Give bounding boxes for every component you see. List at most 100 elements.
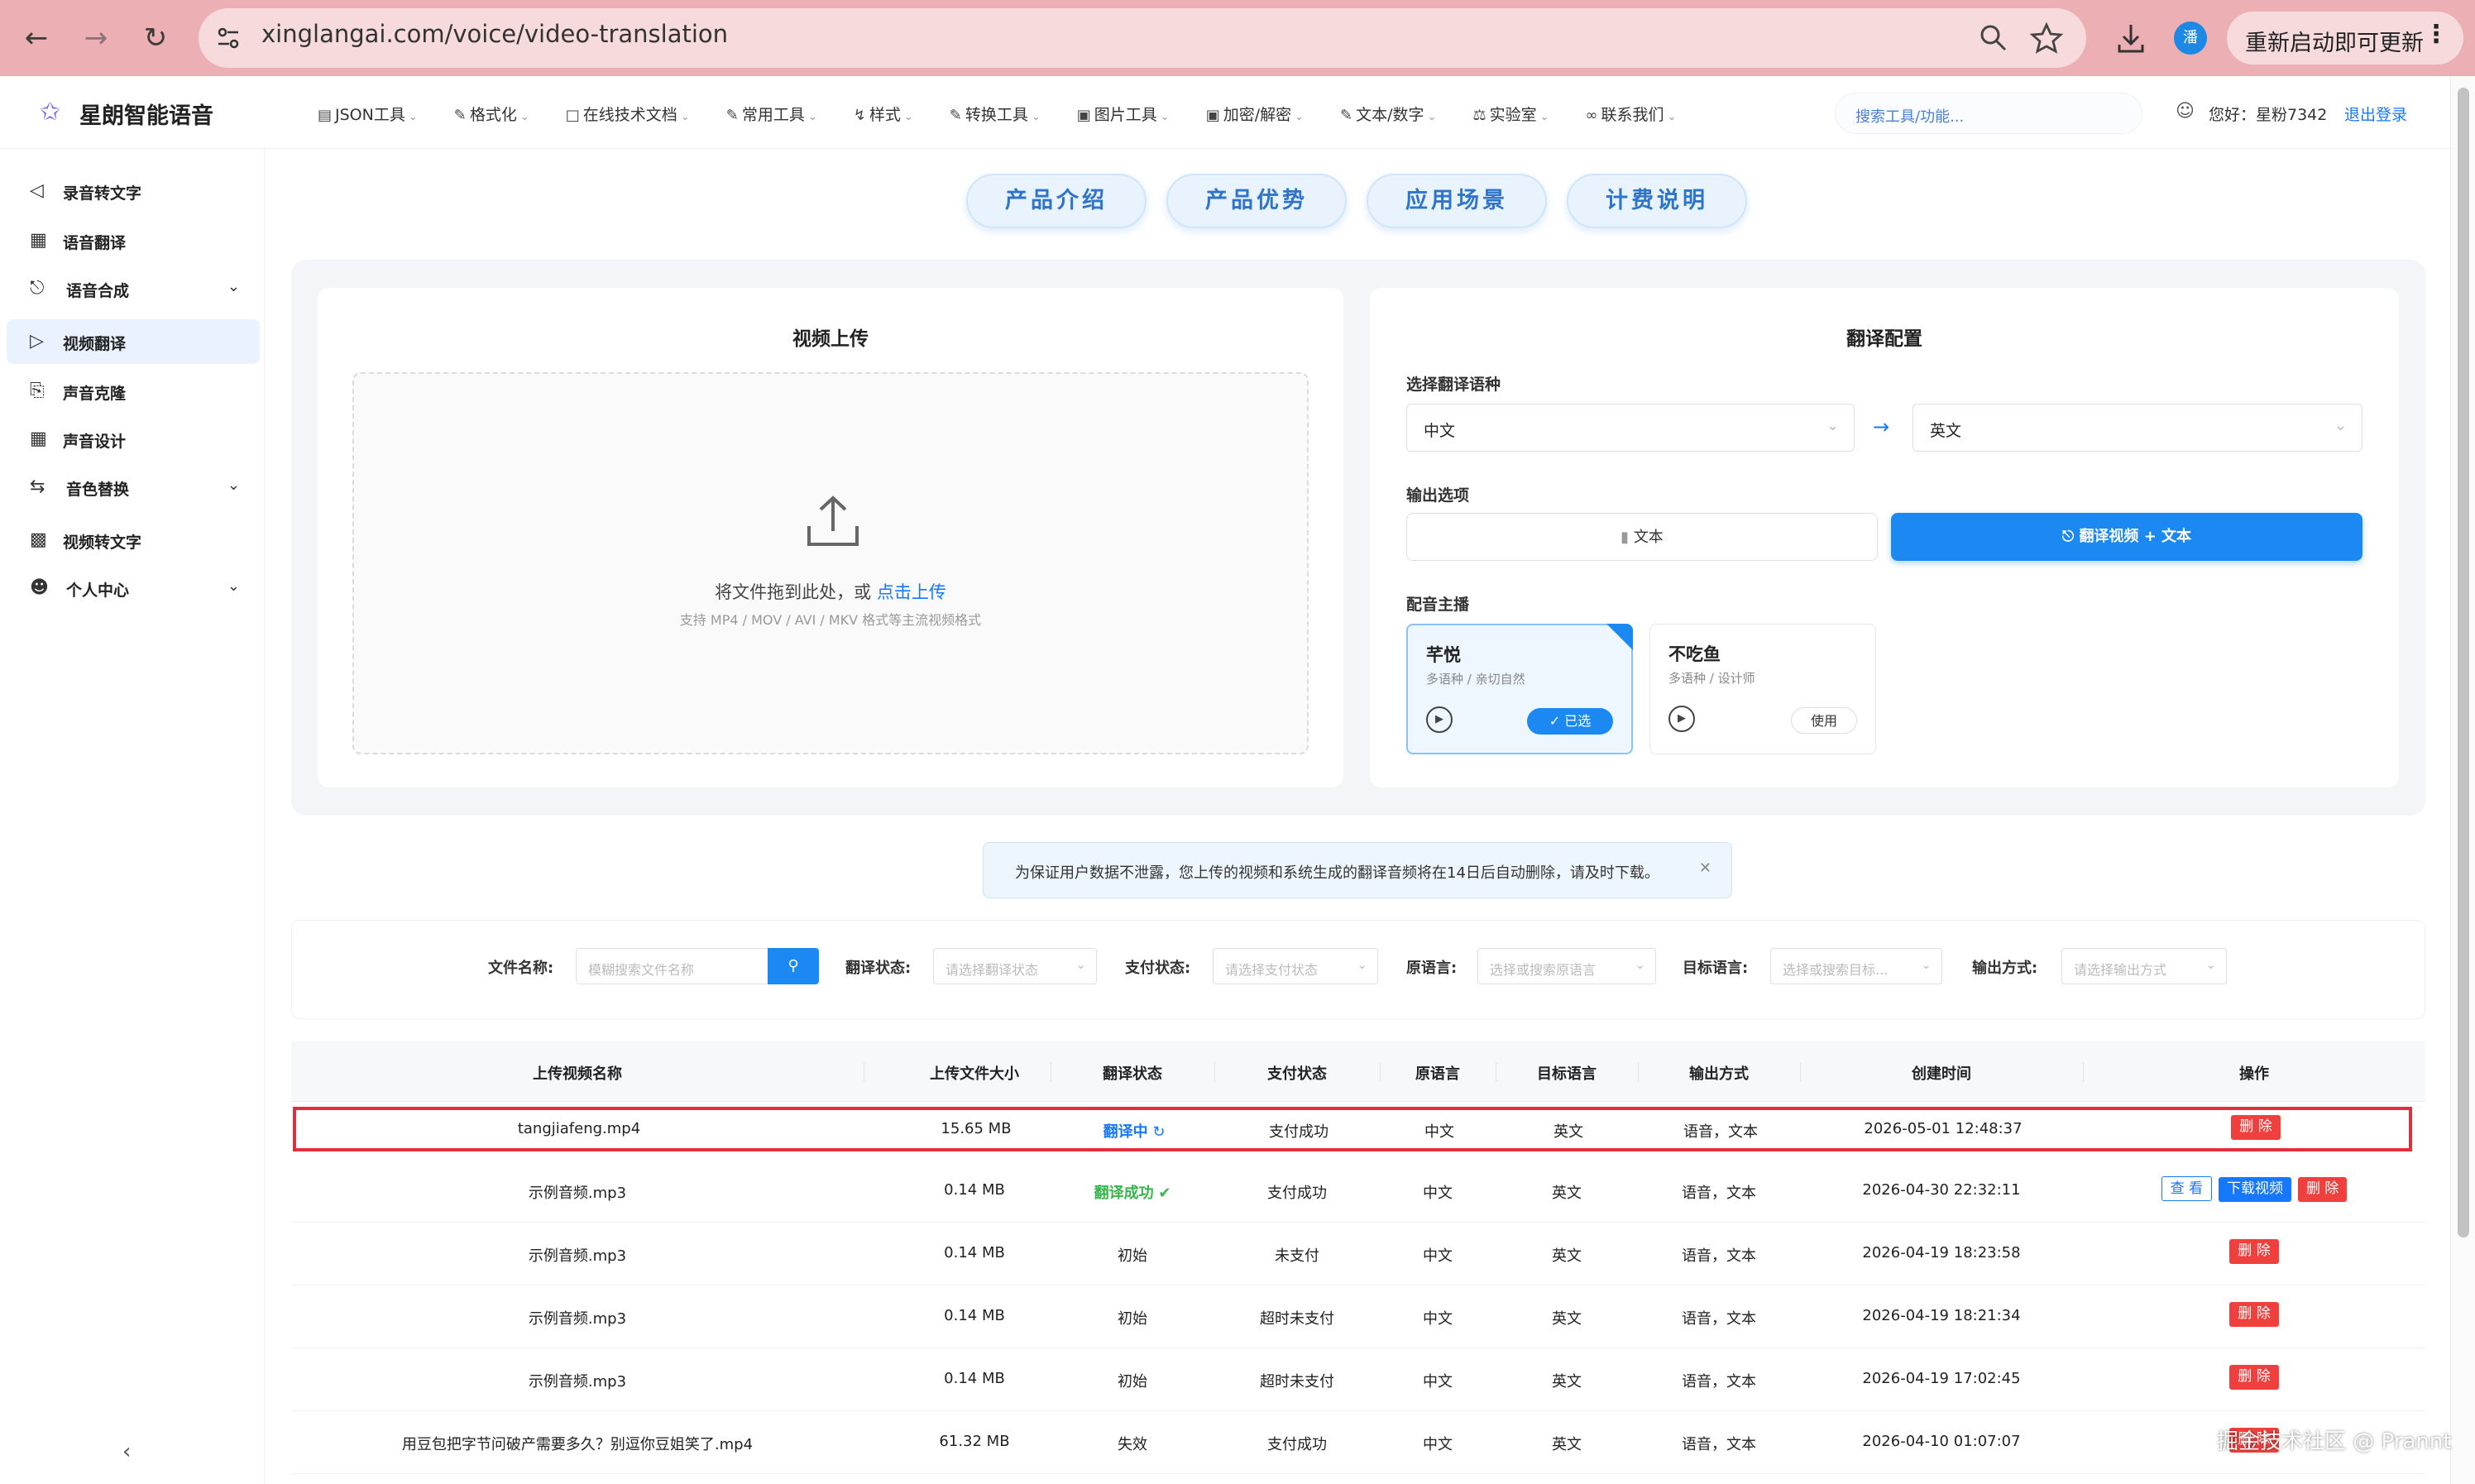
sidebar-item-label: 语音翻译 <box>63 234 127 252</box>
menu-item-docs[interactable]: □ 在线技术文档 ⌄ <box>566 103 690 125</box>
cell-status: 翻译成功 ✔ <box>1051 1181 1214 1203</box>
menu-item-json[interactable]: ▤ JSON工具 ⌄ <box>318 103 418 125</box>
delete-button[interactable]: 删 除 <box>2231 1115 2281 1140</box>
flask-icon: ⚖ <box>1472 107 1486 124</box>
menu-item-lab[interactable]: ⚖ 实验室 ⌄ <box>1472 103 1549 125</box>
menu-item-format[interactable]: ✎ 格式化 ⌄ <box>454 103 529 125</box>
chevron-down-icon: ⌄ <box>1295 111 1305 123</box>
sidebar-item-video-to-text[interactable]: ▩ 视频转文字 <box>7 518 260 562</box>
bookmark-star-icon[interactable] <box>2028 20 2065 56</box>
scrollbar-thumb[interactable] <box>2458 88 2469 1237</box>
pay-placeholder: 请选择支付状态 <box>1225 962 1319 978</box>
cell-name: 示例音频.mp3 <box>528 1373 627 1391</box>
logout-link[interactable]: 退出登录 <box>2344 103 2407 125</box>
menu-item-style[interactable]: ↯ 样式 ⌄ <box>854 103 913 125</box>
chevron-down-icon: ⌄ <box>807 111 817 123</box>
src-placeholder: 选择或搜索原语言 <box>1490 962 1597 978</box>
target-lang-select[interactable]: 英文 ⌄ <box>1912 404 2362 452</box>
sidebar-item-audio-to-text[interactable]: ◁ 录音转文字 <box>7 169 260 213</box>
update-button[interactable]: 重新启动即可更新 ⋮ <box>2227 12 2463 65</box>
src-lang-label: 原语言: <box>1406 960 1458 977</box>
chevron-down-icon: ⌄ <box>1031 111 1041 123</box>
sidebar-item-timbre-swap[interactable]: ⇆ 音色替换 ⌄ <box>7 465 260 510</box>
cell-output: 语音，文本 <box>1682 1185 1756 1202</box>
menu-item-common[interactable]: ✎ 常用工具 ⌄ <box>726 103 817 125</box>
download-video-button[interactable]: 下载视频 <box>2219 1177 2291 1202</box>
voice-card-qianyue[interactable]: 芊悦 多语种 / 亲切自然 ▶ ✓ 已选 <box>1406 624 1633 754</box>
output-text-option[interactable]: ▮ 文本 <box>1406 513 1878 561</box>
menu-item-image[interactable]: ▣ 图片工具 ⌄ <box>1077 103 1170 125</box>
play-icon[interactable]: ▶ <box>1426 706 1453 733</box>
menu-item-text[interactable]: ✎ 文本/数字 ⌄ <box>1340 103 1436 125</box>
chevron-down-icon: ⌄ <box>680 111 690 123</box>
search-icon: ⚲ <box>788 957 799 974</box>
tab-scenarios[interactable]: 应用场景 <box>1367 174 1547 228</box>
forward-icon[interactable]: → <box>76 18 116 58</box>
cell-status: 初始 <box>1118 1310 1147 1328</box>
close-icon[interactable]: ✕ <box>1699 859 1711 877</box>
table-row[interactable]: 示例音频.mp3 0.14 MB 初始 超时未支付 中文 英文 语音，文本 20… <box>291 1348 2425 1411</box>
cell-time: 2026-04-19 18:23:58 <box>1862 1244 2021 1261</box>
user-icon: ☺ <box>2176 101 2195 122</box>
collapse-sidebar-icon[interactable]: ‹ <box>122 1439 131 1464</box>
tab-pricing[interactable]: 计费说明 <box>1567 174 1747 228</box>
delete-button[interactable]: 删 除 <box>2229 1302 2279 1327</box>
cell-status: 翻译中 ↻ <box>1052 1120 1216 1142</box>
sidebar-item-voice-design[interactable]: ▦ 声音设计 <box>7 417 260 462</box>
tgt-lang-filter[interactable]: 选择或搜索目标... ⌄ <box>1770 948 1942 984</box>
menu-item-crypto[interactable]: ▣ 加密/解密 ⌄ <box>1206 103 1304 125</box>
chevron-down-icon: ⌄ <box>1635 957 1645 972</box>
source-lang-select[interactable]: 中文 ⌄ <box>1406 404 1855 452</box>
output-mode-select[interactable]: 请选择输出方式 ⌄ <box>2061 948 2227 984</box>
profile-avatar[interactable]: 潘 <box>2174 22 2207 55</box>
status-text: 翻译中 <box>1103 1123 1148 1141</box>
table-row[interactable]: 示例音频.mp3 0.14 MB 初始 超时未支付 中文 英文 语音，文本 20… <box>291 1285 2425 1348</box>
sidebar-item-voice-translate[interactable]: ▦ 语音翻译 <box>7 218 260 263</box>
delete-button[interactable]: 删 除 <box>2229 1239 2279 1264</box>
cell-time: 2026-05-01 12:48:37 <box>1864 1120 2023 1137</box>
voice-card-buchiyu[interactable]: 不吃鱼 多语种 / 设计师 ▶ 使用 <box>1649 624 1876 754</box>
voice-selected-button[interactable]: ✓ 已选 <box>1527 708 1613 735</box>
back-icon[interactable]: ← <box>17 18 56 58</box>
document-icon: ▮ <box>1620 529 1634 546</box>
src-lang-filter[interactable]: 选择或搜索原语言 ⌄ <box>1477 948 1656 984</box>
menu-label: 文本/数字 <box>1356 106 1424 124</box>
view-button[interactable]: 查 看 <box>2161 1176 2212 1201</box>
site-settings-icon[interactable] <box>213 23 243 53</box>
sidebar-item-video-translate[interactable]: ▷ 视频翻译 <box>7 319 260 364</box>
chevron-down-icon: ⌄ <box>227 278 240 295</box>
sidebar-item-tts[interactable]: ⎋ 语音合成 ⌄ <box>7 266 260 311</box>
play-icon[interactable]: ▶ <box>1668 706 1695 732</box>
tab-intro[interactable]: 产品介绍 <box>966 174 1147 228</box>
delete-button[interactable]: 删 除 <box>2298 1177 2348 1202</box>
translate-status-label: 翻译状态: <box>845 960 912 977</box>
reload-icon[interactable]: ↻ <box>136 18 175 58</box>
sidebar-item-voice-clone[interactable]: ⎘ 声音克隆 <box>7 369 260 414</box>
pay-status-select[interactable]: 请选择支付状态 ⌄ <box>1213 948 1378 984</box>
delete-button[interactable]: 删 除 <box>2229 1365 2279 1390</box>
translate-status-select[interactable]: 请选择翻译状态 ⌄ <box>933 948 1097 984</box>
menu-item-contact[interactable]: ∞ 联系我们 ⌄ <box>1586 103 1677 125</box>
voice-use-button[interactable]: 使用 <box>1791 707 1857 734</box>
sidebar-item-profile[interactable]: ☻ 个人中心 ⌄ <box>7 566 260 610</box>
url-text[interactable]: xinglangai.com/voice/video-translation <box>261 20 728 48</box>
page-scrollbar[interactable] <box>2450 76 2475 1484</box>
click-upload-link[interactable]: 点击上传 <box>877 582 946 602</box>
voice-name: 不吃鱼 <box>1668 644 1721 664</box>
tool-search-input[interactable]: 搜索工具/功能... <box>1835 93 2142 134</box>
upload-dropzone[interactable]: 将文件拖到此处，或 点击上传 支持 MP4 / MOV / AVI / MKV … <box>352 372 1309 754</box>
tab-advantages[interactable]: 产品优势 <box>1166 174 1347 228</box>
table-row[interactable]: 用豆包把字节问破产需要多久？别逗你豆姐笑了.mp4 61.32 MB 失效 支付… <box>291 1411 2425 1474</box>
search-button[interactable]: ⚲ <box>768 948 819 984</box>
more-vert-icon[interactable]: ⋮ <box>2424 20 2449 49</box>
zoom-icon[interactable] <box>1975 20 2012 56</box>
table-row[interactable]: 示例音频.mp3 0.14 MB 翻译成功 ✔ 支付成功 中文 英文 语音，文本… <box>291 1160 2425 1223</box>
cell-status: 失效 <box>1118 1436 1147 1453</box>
table-row[interactable]: tangjiafeng.mp4 15.65 MB 翻译中 ↻ 支付成功 中文 英… <box>293 1107 2412 1151</box>
output-video-text-option[interactable]: ⎋ 翻译视频 + 文本 <box>1891 513 2362 561</box>
file-name-input[interactable]: 模糊搜索文件名称 <box>576 948 769 984</box>
download-icon[interactable] <box>2113 20 2149 56</box>
logo-text[interactable]: 星朗智能语音 <box>79 98 213 130</box>
table-row[interactable]: 示例音频.mp3 0.14 MB 初始 未支付 中文 英文 语音，文本 2026… <box>291 1223 2425 1285</box>
menu-item-convert[interactable]: ✎ 转换工具 ⌄ <box>950 103 1041 125</box>
